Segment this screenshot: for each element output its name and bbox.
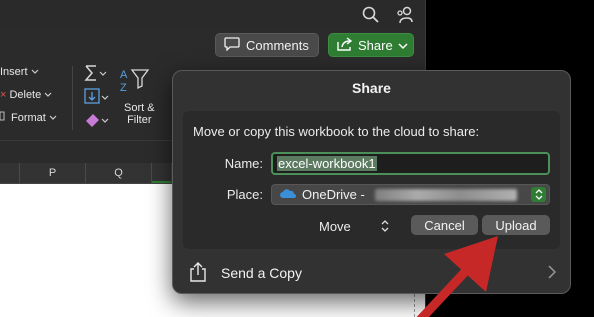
account-icon[interactable] [395,5,415,25]
insert-label: Insert [0,66,28,78]
clear-eraser-icon[interactable] [84,111,110,134]
comments-button[interactable]: Comments [215,33,319,57]
name-field-value: excel-workbook1 [277,156,377,171]
sort-filter-label-1: Sort & [124,102,155,114]
send-a-copy-label: Send a Copy [221,265,302,281]
format-label: Format [11,111,46,124]
move-action-label[interactable]: Move [319,219,351,234]
share-dialog-title: Share [352,80,391,96]
chevron-right-icon [548,265,557,282]
move-stepper-icon[interactable] [379,218,391,234]
insert-button[interactable]: Insert [0,66,39,78]
place-label: Place: [226,187,263,202]
delete-label: Delete [9,89,42,101]
format-icon [0,111,8,124]
place-stepper-icon[interactable] [531,187,546,202]
ribbon-divider [72,66,73,130]
chevron-down-icon [398,38,408,53]
name-field[interactable]: excel-workbook1 [271,152,550,175]
column-header-p[interactable]: P [20,163,86,183]
cancel-button[interactable]: Cancel [411,215,478,235]
title-bar [0,0,425,30]
chevron-down-icon [49,115,57,120]
onedrive-cloud-icon [280,187,296,202]
delete-button[interactable]: × Delete [0,89,52,101]
format-button[interactable]: Format [0,111,57,124]
sort-filter-button[interactable]: Sort & Filter [124,102,155,126]
redacted-account-name [374,188,517,201]
column-header[interactable] [152,163,172,183]
chevron-down-icon [44,92,52,97]
share-message: Move or copy this workbook to the cloud … [193,124,480,139]
screenshot-stage: Comments Share Insert × Delete Format A … [0,0,594,317]
sort-filter-label-2: Filter [127,114,152,126]
column-header[interactable] [0,163,20,183]
comments-label: Comments [246,37,309,53]
column-header-q[interactable]: Q [86,163,152,183]
ribbon-actions: Comments Share [0,32,425,60]
name-label: Name: [224,156,263,171]
fill-icon[interactable] [84,88,110,111]
share-label: Share [358,37,393,53]
share-button[interactable]: Share [328,33,414,57]
svg-text:A: A [120,69,128,81]
upload-button[interactable]: Upload [482,215,550,235]
upload-panel: Move or copy this workbook to the cloud … [183,111,560,249]
share-upload-icon [189,261,207,285]
send-a-copy-row[interactable]: Send a Copy [173,251,570,293]
search-icon[interactable] [361,5,381,25]
autosum-icon[interactable] [84,64,110,87]
share-popover: Share Move or copy this workbook to the … [172,70,571,294]
share-icon [337,36,353,54]
sort-filter-icon[interactable]: A Z [118,66,152,101]
place-select[interactable]: OneDrive - [271,184,550,205]
place-value: OneDrive - [302,187,365,202]
delete-x-icon: × [0,89,7,101]
comment-icon [224,36,240,54]
svg-text:Z: Z [120,82,127,94]
chevron-down-icon [31,69,38,74]
